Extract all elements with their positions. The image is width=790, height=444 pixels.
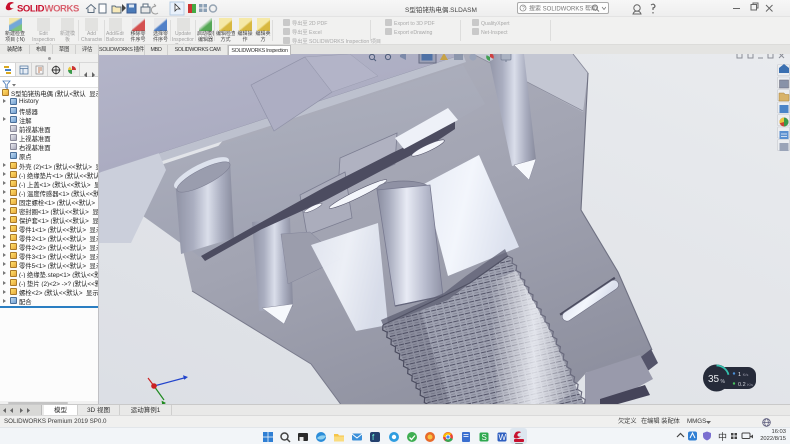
svg-text:搜索 SOLIDWORKS 帮助: 搜索 SOLIDWORKS 帮助 bbox=[529, 5, 597, 13]
svg-text:S: S bbox=[482, 433, 487, 442]
svg-text:?: ? bbox=[522, 6, 525, 12]
svg-text:WORKS: WORKS bbox=[45, 4, 79, 15]
svg-text:W: W bbox=[499, 433, 507, 442]
svg-text:35: 35 bbox=[708, 374, 720, 385]
svg-text:SOLID: SOLID bbox=[17, 4, 45, 15]
svg-text:中: 中 bbox=[718, 431, 727, 442]
svg-text:%: % bbox=[721, 379, 726, 385]
